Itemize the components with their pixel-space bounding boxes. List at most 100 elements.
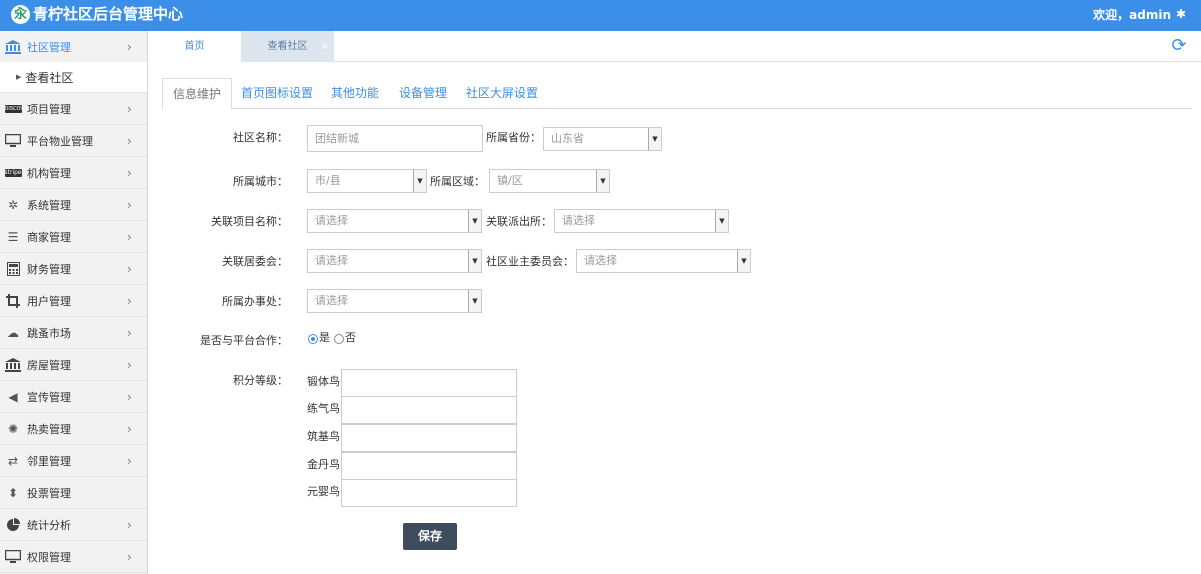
close-icon[interactable]: × (321, 31, 329, 62)
office-label: 所属办事处： (222, 295, 288, 308)
sidebar-item-property[interactable]: 平台物业管理 › (0, 125, 147, 157)
sidebar-item-flea-market[interactable]: ☁ 跳蚤市场 › (0, 317, 147, 349)
main-content: 信息维护 首页图标设置 其他功能 设备管理 社区大屏设置 社区名称： 团结新城 … (148, 62, 1201, 574)
menu-icon: ☰ (7, 229, 19, 244)
tab-home[interactable]: 首页 (148, 31, 241, 62)
app-logo: 汆 (11, 5, 30, 24)
sidebar-item-label: 社区管理 (27, 40, 71, 54)
tab-info-maintenance[interactable]: 信息维护 (162, 78, 233, 110)
tab-view-community[interactable]: 查看社区 × (241, 31, 334, 62)
level-input[interactable] (341, 424, 517, 452)
coop-yes-radio[interactable] (308, 334, 318, 344)
level-label: 锻体鸟 (307, 375, 340, 388)
sidebar-item-label: 财务管理 (27, 262, 71, 276)
dropdown-arrow-icon: ▼ (468, 290, 481, 312)
bank-icon (4, 357, 22, 372)
level-label: 元婴鸟 (307, 485, 340, 498)
sidebar-item-label: 系统管理 (27, 198, 71, 212)
app-title: 青柠社区后台管理中心 (33, 5, 184, 23)
sidebar-item-system[interactable]: ✲ 系统管理 › (0, 189, 147, 221)
sidebar-item-label: 投票管理 (27, 486, 71, 500)
coop-no-label: 否 (345, 331, 356, 344)
level-input[interactable] (341, 369, 517, 397)
sun-icon: ✺ (7, 421, 19, 436)
chevron-right-icon: › (127, 389, 132, 404)
level-input[interactable] (341, 396, 517, 424)
dropdown-arrow-icon: ▼ (468, 210, 481, 232)
dropdown-arrow-icon: ▼ (715, 210, 728, 232)
sidebar-item-label: 宣传管理 (27, 390, 71, 404)
chevron-right-icon: › (127, 229, 132, 244)
sidebar-item-housing[interactable]: 房屋管理 › (0, 349, 147, 381)
sidebar-item-stats[interactable]: 统计分析 › (0, 509, 147, 541)
chevron-right-icon: › (127, 517, 132, 532)
sidebar-item-permission[interactable]: 权限管理 › (0, 541, 147, 573)
sidebar-item-org[interactable]: stripe 机构管理 › (0, 157, 147, 189)
level-input[interactable] (341, 452, 517, 480)
dropdown-arrow-icon: ▼ (468, 250, 481, 272)
gear-icon[interactable]: ✱ (1176, 6, 1186, 22)
district-label: 所属区域： (430, 175, 485, 188)
save-button[interactable]: 保存 (403, 523, 457, 550)
chevron-right-icon: › (127, 549, 132, 564)
chevron-right-icon: › (127, 325, 132, 340)
sort-icon: ⬍ (7, 485, 19, 500)
committee-label: 关联居委会： (222, 255, 288, 268)
owners-committee-select[interactable]: 请选择 ▼ (576, 249, 751, 273)
sidebar-item-project[interactable]: DISCOVER 项目管理 › (0, 93, 147, 125)
coop-yes-label: 是 (319, 331, 330, 344)
city-select[interactable]: 市/县 ▼ (307, 169, 427, 193)
community-name-input[interactable]: 团结新城 (307, 125, 483, 152)
sidebar-item-finance[interactable]: 财务管理 › (0, 253, 147, 285)
police-label: 关联派出所： (486, 215, 552, 228)
project-label: 关联项目名称： (211, 215, 288, 228)
tab-other-functions[interactable]: 其他功能 (331, 78, 379, 109)
committee-select[interactable]: 请选择 ▼ (307, 249, 482, 273)
sidebar-item-promo[interactable]: ◀ 宣传管理 › (0, 381, 147, 413)
coop-no-radio[interactable] (334, 334, 344, 344)
monitor-icon (4, 134, 22, 148)
sidebar-item-merchant[interactable]: ☰ 商家管理 › (0, 221, 147, 253)
bank-icon (4, 39, 22, 54)
police-select[interactable]: 请选择 ▼ (554, 209, 729, 233)
dropdown-arrow-icon: ▼ (648, 128, 661, 150)
pie-chart-icon (4, 517, 22, 532)
sidebar-item-user[interactable]: 用户管理 › (0, 285, 147, 317)
owners-committee-label: 社区业主委员会： (486, 255, 574, 268)
sidebar-item-label: 跳蚤市场 (27, 326, 71, 340)
sidebar-item-hot-sale[interactable]: ✺ 热卖管理 › (0, 413, 147, 445)
sidebar-item-vote[interactable]: ⬍ 投票管理 (0, 477, 147, 509)
office-select[interactable]: 请选择 ▼ (307, 289, 482, 313)
chevron-right-icon: › (127, 133, 132, 148)
tab-big-screen-settings[interactable]: 社区大屏设置 (466, 78, 538, 109)
sidebar-item-label: 项目管理 (27, 102, 71, 116)
dropdown-arrow-icon: ▼ (596, 170, 609, 192)
calculator-icon (4, 261, 22, 276)
crop-icon (4, 293, 22, 308)
sidebar-item-label: 平台物业管理 (27, 134, 93, 148)
sidebar-item-label: 房屋管理 (27, 358, 71, 372)
sidebar-item-neighbor[interactable]: ⇄ 邻里管理 › (0, 445, 147, 477)
chevron-right-icon: › (127, 421, 132, 436)
level-input[interactable] (341, 479, 517, 507)
points-level-label: 积分等级： (233, 374, 288, 387)
sidebar-item-community[interactable]: 社区管理 › (0, 31, 147, 63)
sidebar-item-label: 机构管理 (27, 166, 71, 180)
welcome-user[interactable]: 欢迎，admin (1093, 7, 1171, 23)
district-select[interactable]: 镇/区 ▼ (489, 169, 610, 193)
cloud-icon: ☁ (7, 325, 19, 340)
sidebar-subitem-view-community[interactable]: ▶ 查看社区 (0, 62, 147, 93)
sub-tab-bar: 信息维护 首页图标设置 其他功能 设备管理 社区大屏设置 (162, 78, 1192, 110)
province-select[interactable]: 山东省 ▼ (543, 127, 662, 151)
yelp-icon: ✲ (7, 197, 19, 212)
community-name-label: 社区名称： (233, 131, 288, 144)
card-icon: DISCOVER (4, 104, 31, 113)
chevron-right-icon: › (127, 101, 132, 116)
sidebar-subitem-label: 查看社区 (25, 70, 74, 85)
tab-home-icon-settings[interactable]: 首页图标设置 (241, 78, 313, 109)
platform-coop-label: 是否与平台合作： (200, 334, 288, 347)
sidebar: 社区管理 › ▶ 查看社区 DISCOVER 项目管理 › 平台物业管理 › s… (0, 31, 148, 574)
tab-device-management[interactable]: 设备管理 (399, 78, 447, 109)
project-select[interactable]: 请选择 ▼ (307, 209, 482, 233)
refresh-icon[interactable]: ⟳ (1169, 36, 1189, 56)
